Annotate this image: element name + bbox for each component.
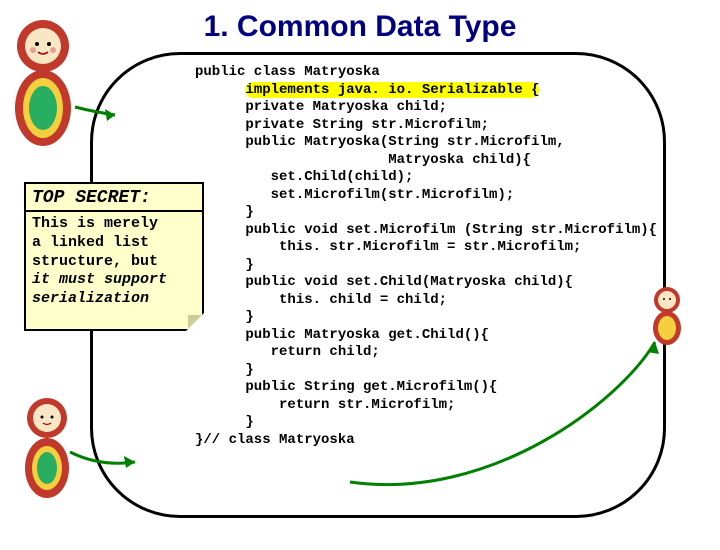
- code-line: }: [195, 362, 254, 378]
- code-line: public void set.Child(Matryoska child){: [195, 274, 573, 290]
- content-area: public class Matryoska implements java. …: [20, 52, 700, 522]
- sticky-note: TOP SECRET: This is merely a linked list…: [24, 182, 204, 331]
- code-line: [195, 82, 245, 98]
- note-line: structure, but: [32, 253, 158, 270]
- code-line: return child;: [195, 344, 380, 360]
- note-em: it must support: [32, 271, 167, 288]
- slide-title: 1. Common Data Type: [0, 10, 720, 44]
- note-em: serialization: [32, 290, 149, 307]
- code-line: }// class Matryoska: [195, 432, 355, 448]
- code-line: private String str.Microfilm;: [195, 117, 489, 133]
- highlight-serializable: implements java. io. Serializable {: [245, 82, 539, 98]
- code-line: public Matryoska get.Child(){: [195, 327, 489, 343]
- note-line: a linked list: [32, 234, 149, 251]
- code-line: private Matryoska child;: [195, 99, 447, 115]
- note-title: TOP SECRET:: [26, 184, 202, 212]
- code-line: Matryoska child){: [195, 152, 531, 168]
- code-block: public class Matryoska implements java. …: [195, 64, 685, 449]
- code-line: public class Matryoska: [195, 64, 380, 80]
- code-line: this. child = child;: [195, 292, 447, 308]
- note-fold-shade-icon: [188, 315, 202, 329]
- code-line: this. str.Microfilm = str.Microfilm;: [195, 239, 581, 255]
- code-line: public void set.Microfilm (String str.Mi…: [195, 222, 657, 238]
- note-line: This is merely: [32, 215, 158, 232]
- code-line: public Matryoska(String str.Microfilm,: [195, 134, 565, 150]
- code-line: public String get.Microfilm(){: [195, 379, 497, 395]
- code-line: set.Child(child);: [195, 169, 413, 185]
- code-line: return str.Microfilm;: [195, 397, 455, 413]
- note-body: This is merely a linked list structure, …: [26, 212, 202, 312]
- code-line: set.Microfilm(str.Microfilm);: [195, 187, 514, 203]
- code-line: }: [195, 414, 254, 430]
